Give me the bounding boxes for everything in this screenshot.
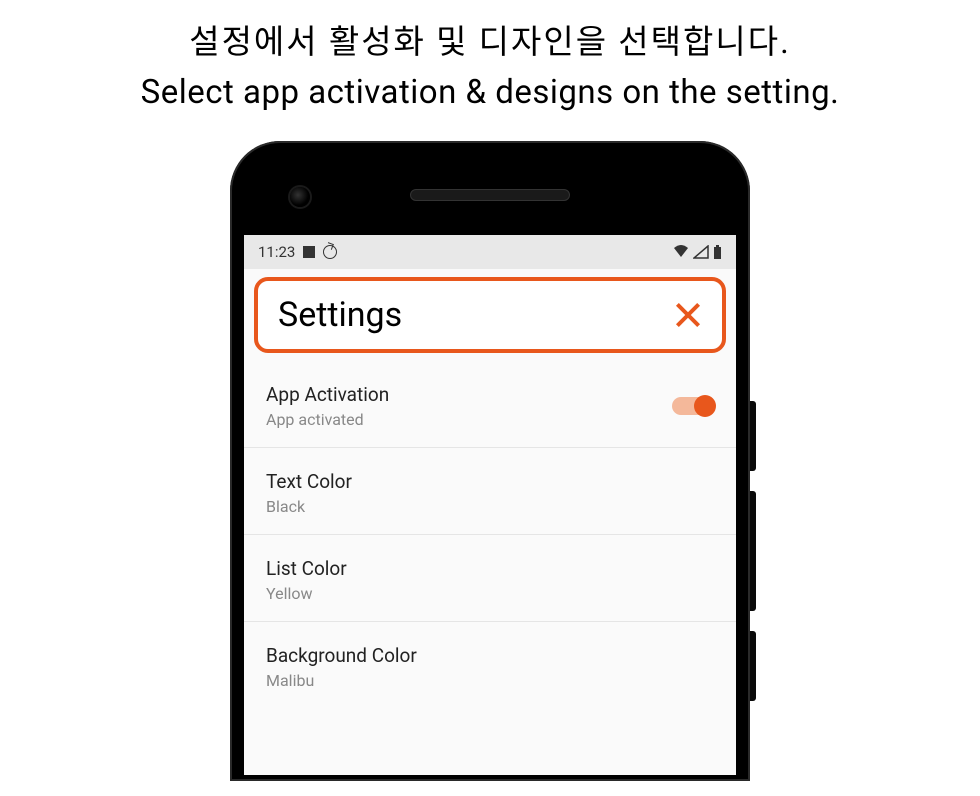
caption-english: Select app activation & designs on the s… — [0, 68, 980, 118]
row-title: List Color — [266, 557, 347, 580]
phone-camera — [290, 187, 310, 207]
row-title: Text Color — [266, 470, 352, 493]
status-time: 11:23 — [258, 243, 295, 261]
phone-side-button — [750, 491, 756, 611]
row-subtitle: App activated — [266, 410, 389, 429]
sync-icon — [323, 245, 337, 259]
settings-header: Settings — [254, 277, 726, 353]
page-title: Settings — [278, 295, 402, 335]
row-subtitle: Black — [266, 497, 352, 516]
phone-screen: 11:23 Settings App Activation — [244, 235, 736, 775]
instruction-caption: 설정에서 활성화 및 디자인을 선택합니다. Select app activa… — [0, 0, 980, 117]
stop-icon — [303, 246, 315, 258]
row-title: Background Color — [266, 644, 417, 667]
signal-icon — [693, 245, 709, 259]
row-text-color[interactable]: Text Color Black — [244, 448, 736, 535]
activation-toggle[interactable] — [672, 397, 714, 415]
phone-frame: 11:23 Settings App Activation — [230, 141, 750, 781]
row-list-color[interactable]: List Color Yellow — [244, 535, 736, 622]
status-bar: 11:23 — [244, 235, 736, 269]
phone-top-bezel — [244, 155, 736, 235]
caption-korean: 설정에서 활성화 및 디자인을 선택합니다. — [0, 18, 980, 68]
phone-side-button — [750, 401, 756, 471]
row-subtitle: Yellow — [266, 584, 347, 603]
battery-icon — [713, 245, 722, 259]
toggle-knob — [694, 395, 716, 417]
settings-list: App Activation App activated Text Color … — [244, 361, 736, 708]
phone-side-button — [750, 631, 756, 701]
row-subtitle: Malibu — [266, 671, 417, 690]
phone-speaker — [410, 189, 570, 201]
wifi-icon — [673, 245, 689, 259]
row-title: App Activation — [266, 383, 389, 406]
row-background-color[interactable]: Background Color Malibu — [244, 622, 736, 708]
row-app-activation[interactable]: App Activation App activated — [244, 361, 736, 448]
close-icon[interactable] — [672, 300, 702, 330]
